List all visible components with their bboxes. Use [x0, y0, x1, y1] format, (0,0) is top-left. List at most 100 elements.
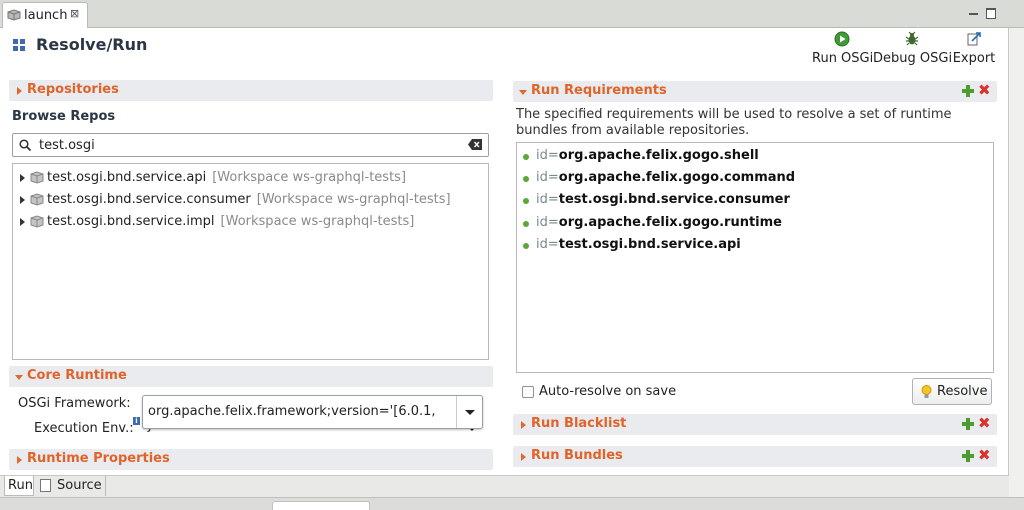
run-icon	[834, 31, 850, 47]
add-icon[interactable]	[961, 417, 975, 431]
export-button[interactable]: Export	[950, 31, 998, 71]
resolve-run-icon	[13, 39, 26, 52]
collapse-icon	[15, 375, 23, 380]
lightbulb-icon	[921, 385, 932, 398]
bundle-source: [Workspace ws-graphql-tests]	[220, 214, 415, 229]
bottom-panel-tab[interactable]	[272, 501, 370, 510]
bundle-source: [Workspace ws-graphql-tests]	[212, 170, 407, 185]
run-blacklist-section-header[interactable]: Run Blacklist ✖	[513, 414, 997, 435]
repositories-title: Repositories	[27, 82, 119, 97]
run-requirements-description: The specified requirements will be used …	[516, 107, 952, 138]
repositories-section-header[interactable]: Repositories	[9, 80, 493, 101]
info-icon: i	[133, 417, 140, 425]
tab-run-label: Run	[8, 478, 33, 493]
expand-icon	[17, 87, 22, 95]
core-runtime-title: Core Runtime	[27, 368, 127, 383]
run-blacklist-title: Run Blacklist	[531, 416, 627, 431]
osgi-framework-combo[interactable]: org.apache.felix.framework;version='[6.0…	[142, 395, 483, 429]
combo-divider	[456, 396, 457, 428]
requirement-key: id=	[536, 192, 559, 207]
tree-item[interactable]: test.osgi.bnd.service.consumer [Workspace…	[13, 190, 483, 210]
editor-page-tabs: Run Source	[0, 475, 1009, 497]
remove-icon[interactable]: ✖	[978, 83, 992, 98]
add-icon[interactable]	[961, 84, 975, 98]
requirement-bullet-icon	[523, 176, 529, 182]
bundle-icon	[30, 193, 44, 206]
search-icon	[19, 139, 31, 151]
tab-launch[interactable]: launch ⊠	[2, 2, 88, 28]
expand-arrow-icon[interactable]	[20, 218, 25, 226]
auto-resolve-label: Auto-resolve on save	[539, 384, 677, 399]
core-runtime-section-header[interactable]: Core Runtime	[9, 366, 493, 387]
collapse-icon	[519, 90, 527, 95]
resolve-label: Resolve	[937, 384, 988, 399]
remove-icon[interactable]: ✖	[978, 416, 992, 431]
bundle-name: test.osgi.bnd.service.consumer	[47, 192, 251, 207]
tab-source[interactable]: Source	[36, 476, 106, 496]
section-actions: ✖	[961, 448, 993, 463]
editor-tab-strip: launch ⊠	[0, 0, 1024, 28]
run-requirements-list[interactable]: id=org.apache.felix.gogo.shell id=org.ap…	[516, 142, 994, 373]
bundle-source: [Workspace ws-graphql-tests]	[256, 192, 451, 207]
tab-source-label: Source	[57, 478, 102, 493]
run-bundles-title: Run Bundles	[531, 448, 623, 463]
resolve-button[interactable]: Resolve	[912, 378, 992, 405]
tree-item[interactable]: test.osgi.bnd.service.api [Workspace ws-g…	[13, 168, 483, 188]
run-osgi-button[interactable]: Run OSGi	[812, 31, 874, 71]
export-label: Export	[952, 51, 996, 66]
expand-icon	[521, 453, 526, 461]
requirement-key: id=	[536, 215, 559, 230]
remove-icon[interactable]: ✖	[978, 448, 992, 463]
run-requirements-title: Run Requirements	[531, 83, 667, 98]
requirement-value: org.apache.felix.gogo.command	[558, 170, 796, 185]
requirement-value: test.osgi.bnd.service.api	[558, 237, 741, 252]
run-osgi-label: Run OSGi	[812, 51, 874, 66]
bundle-icon	[30, 171, 44, 184]
checkbox-box[interactable]	[522, 386, 534, 398]
tab-launch-label: launch	[24, 8, 68, 23]
debug-bug-icon	[905, 31, 919, 46]
page-title: Resolve/Run	[36, 35, 148, 54]
source-file-icon	[40, 479, 51, 492]
runtime-properties-section-header[interactable]: Runtime Properties	[9, 449, 493, 470]
expand-arrow-icon[interactable]	[20, 196, 25, 204]
requirement-bullet-icon	[523, 154, 529, 160]
requirement-value: test.osgi.bnd.service.consumer	[558, 192, 790, 207]
bottom-panel-strip	[0, 497, 1024, 510]
requirement-key: id=	[536, 170, 559, 185]
bndrun-editor: Resolve/Run Run OSGi Debug OSGi Export R…	[0, 28, 1009, 475]
requirement-bullet-icon	[523, 221, 529, 227]
launch-file-icon	[7, 9, 21, 21]
add-icon[interactable]	[961, 449, 975, 463]
expand-arrow-icon[interactable]	[20, 174, 25, 182]
requirement-key: id=	[536, 148, 559, 163]
run-requirements-section-header[interactable]: Run Requirements ✖	[513, 81, 997, 102]
right-trim	[1009, 28, 1024, 510]
clear-search-icon[interactable]	[468, 139, 482, 150]
debug-osgi-label: Debug OSGi	[873, 51, 953, 66]
repo-search-field[interactable]	[12, 133, 489, 157]
execution-env-label: Execution Env.:	[34, 421, 134, 436]
run-bundles-section-header[interactable]: Run Bundles ✖	[513, 446, 997, 467]
tree-item[interactable]: test.osgi.bnd.service.impl [Workspace ws-…	[13, 212, 483, 232]
runtime-properties-title: Runtime Properties	[27, 451, 170, 466]
minimize-icon[interactable]	[969, 13, 978, 15]
requirement-value: org.apache.felix.gogo.runtime	[558, 215, 782, 230]
browse-repos-heading: Browse Repos	[12, 109, 116, 124]
export-icon	[967, 32, 981, 46]
repo-search-input[interactable]	[39, 136, 459, 154]
repo-results-tree[interactable]: test.osgi.bnd.service.api [Workspace ws-g…	[12, 163, 489, 360]
tab-run[interactable]: Run	[4, 476, 34, 496]
bundle-name: test.osgi.bnd.service.impl	[47, 214, 215, 229]
requirement-value: org.apache.felix.gogo.shell	[558, 148, 759, 163]
osgi-framework-value[interactable]: org.apache.felix.framework;version='[6.0…	[148, 404, 448, 419]
maximize-icon[interactable]	[986, 8, 996, 19]
expand-icon	[521, 421, 526, 429]
bundle-icon	[30, 215, 44, 228]
bundle-name: test.osgi.bnd.service.api	[47, 170, 207, 185]
debug-osgi-button[interactable]: Debug OSGi	[873, 31, 953, 71]
section-actions: ✖	[961, 416, 993, 431]
chevron-down-icon[interactable]	[465, 410, 475, 415]
tab-close-icon[interactable]: ⊠	[70, 7, 79, 20]
osgi-framework-label: OSGi Framework:	[18, 396, 131, 411]
